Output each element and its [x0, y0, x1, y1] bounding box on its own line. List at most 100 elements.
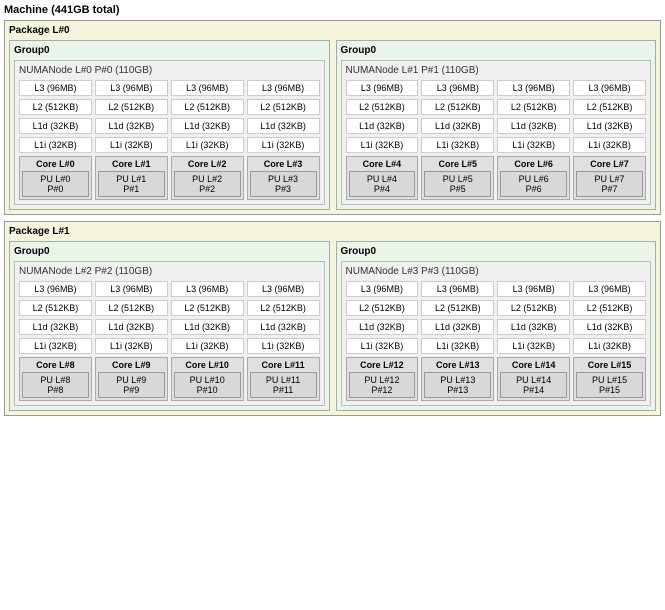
cache-cell-1-1-0-0: L3 (96MB)	[346, 281, 419, 297]
group-0-0: Group0 NUMANode L#0 P#0 (110GB)L3 (96MB)L…	[9, 40, 330, 210]
core-block-0-1-2: Core L#6PU L#6 P#6	[497, 156, 570, 200]
cache-row-0-1-2: L1d (32KB)L1d (32KB)L1d (32KB)L1d (32KB)	[346, 118, 647, 134]
cache-cell-1-0-1-3: L2 (512KB)	[247, 300, 320, 316]
core-block-0-1-3: Core L#7 PU L#7 P#7	[573, 156, 646, 200]
group-1-0: Group0NUMANode L#2 P#2 (110GB)L3 (96MB)L…	[9, 241, 330, 411]
cache-cell-0-0-0-0: L3 (96MB)	[19, 80, 92, 96]
cache-row-1-0-2: L1d (32KB)L1d (32KB)L1d (32KB)L1d (32KB)	[19, 319, 320, 335]
cores-row-0-1: Core L#4PU L#4 P#4Core L#5PU L#5 P#5Core…	[346, 156, 647, 200]
cache-cell-0-1-2-2: L1d (32KB)	[497, 118, 570, 134]
cache-cell-0-1-3-3: L1i (32KB)	[573, 137, 646, 153]
numa-label-1-0: NUMANode L#2 P#2 (110GB)	[19, 266, 320, 277]
cache-cell-0-1-3-0: L1i (32KB)	[346, 137, 419, 153]
core-block-0-0-0: Core L#0 PU L#0 P#0	[19, 156, 92, 200]
cores-row-1-1: Core L#12PU L#12 P#12Core L#13PU L#13 P#…	[346, 357, 647, 401]
cache-cell-1-0-2-2: L1d (32KB)	[171, 319, 244, 335]
core-label-1-0-3: Core L#11	[250, 360, 317, 370]
pu-block-1-0-1: PU L#9 P#9	[98, 372, 165, 398]
cache-cell-1-0-1-2: L2 (512KB)	[171, 300, 244, 316]
cache-cell-0-1-3-2: L1i (32KB)	[497, 137, 570, 153]
core-block-0-1-0: Core L#4PU L#4 P#4	[346, 156, 419, 200]
core-label-0-1-2: Core L#6	[500, 159, 567, 169]
pu-block-0-1-3: PU L#7 P#7	[576, 171, 643, 197]
pu-block-0-0-2: PU L#2 P#2	[174, 171, 241, 197]
cache-row-1-0-3: L1i (32KB)L1i (32KB)L1i (32KB)L1i (32KB)	[19, 338, 320, 354]
cache-cell-0-0-1-1: L2 (512KB)	[95, 99, 168, 115]
cache-row-1-0-1: L2 (512KB)L2 (512KB)L2 (512KB)L2 (512KB)	[19, 300, 320, 316]
pu-block-0-0-0: PU L#0 P#0	[22, 171, 89, 197]
numa-node-0-0: NUMANode L#0 P#0 (110GB)L3 (96MB)L3 (96M…	[14, 60, 325, 205]
core-block-1-1-0: Core L#12PU L#12 P#12	[346, 357, 419, 401]
cache-row-0-0-0: L3 (96MB)L3 (96MB)L3 (96MB)L3 (96MB)	[19, 80, 320, 96]
core-label-1-0-0: Core L#8	[22, 360, 89, 370]
cache-cell-1-0-0-1: L3 (96MB)	[95, 281, 168, 297]
pu-block-0-0-1: PU L#1 P#1	[98, 171, 165, 197]
cache-cell-1-1-1-0: L2 (512KB)	[346, 300, 419, 316]
cache-row-0-1-1: L2 (512KB)L2 (512KB)L2 (512KB)L2 (512KB)	[346, 99, 647, 115]
package-label-1: Package L#1	[9, 226, 656, 237]
cache-cell-0-0-3-2: L1i (32KB)	[171, 137, 244, 153]
core-block-1-0-3: Core L#11PU L#11 P#11	[247, 357, 320, 401]
cache-cell-0-1-0-1: L3 (96MB)	[421, 80, 494, 96]
core-block-1-0-1: Core L#9 PU L#9 P#9	[95, 357, 168, 401]
cache-cell-0-0-1-3: L2 (512KB)	[247, 99, 320, 115]
cache-cell-1-1-3-0: L1i (32KB)	[346, 338, 419, 354]
core-label-0-0-0: Core L#0	[22, 159, 89, 169]
cache-row-1-1-3: L1i (32KB)L1i (32KB)L1i (32KB)L1i (32KB)	[346, 338, 647, 354]
cache-cell-0-1-0-3: L3 (96MB)	[573, 80, 646, 96]
group-0-1: Group0NUMANode L#1 P#1 (110GB)L3 (96MB)L…	[336, 40, 657, 210]
cache-cell-0-0-0-3: L3 (96MB)	[247, 80, 320, 96]
core-block-1-1-3: Core L#15PU L#15 P#15	[573, 357, 646, 401]
cache-cell-1-0-0-2: L3 (96MB)	[171, 281, 244, 297]
pu-block-1-0-2: PU L#10 P#10	[174, 372, 241, 398]
core-label-0-1-3: Core L#7	[576, 159, 643, 169]
core-block-1-0-2: Core L#10PU L#10 P#10	[171, 357, 244, 401]
core-label-0-0-2: Core L#2	[174, 159, 241, 169]
cache-cell-1-1-1-2: L2 (512KB)	[497, 300, 570, 316]
core-block-0-1-1: Core L#5 PU L#5 P#5	[421, 156, 494, 200]
core-block-1-0-0: Core L#8PU L#8 P#8	[19, 357, 92, 401]
core-block-0-0-1: Core L#1PU L#1 P#1	[95, 156, 168, 200]
core-label-1-1-2: Core L#14	[500, 360, 567, 370]
cache-cell-1-0-3-1: L1i (32KB)	[95, 338, 168, 354]
cache-row-0-1-3: L1i (32KB)L1i (32KB)L1i (32KB)L1i (32KB)	[346, 137, 647, 153]
core-label-0-1-0: Core L#4	[349, 159, 416, 169]
cache-cell-1-0-3-0: L1i (32KB)	[19, 338, 92, 354]
core-block-1-1-1: Core L#13PU L#13 P#13	[421, 357, 494, 401]
core-block-1-1-2: Core L#14 PU L#14 P#14	[497, 357, 570, 401]
numa-node-1-0: NUMANode L#2 P#2 (110GB) L3 (96MB)L3 (96M…	[14, 261, 325, 406]
package-0: Package L#0Group0NUMANode L#0 P#0 (110GB…	[4, 20, 661, 215]
cache-cell-1-0-3-2: L1i (32KB)	[171, 338, 244, 354]
cache-cell-1-1-2-1: L1d (32KB)	[421, 319, 494, 335]
cache-cell-1-1-0-3: L3 (96MB)	[573, 281, 646, 297]
core-label-1-0-1: Core L#9	[98, 360, 165, 370]
cache-cell-1-0-1-1: L2 (512KB)	[95, 300, 168, 316]
cache-cell-1-1-1-1: L2 (512KB)	[421, 300, 494, 316]
pu-block-1-1-2: PU L#14 P#14	[500, 372, 567, 398]
group-label-0-0: Group0	[14, 45, 325, 56]
cache-cell-0-0-1-0: L2 (512KB)	[19, 99, 92, 115]
cache-row-1-1-0: L3 (96MB)L3 (96MB)L3 (96MB)L3 (96MB)	[346, 281, 647, 297]
numa-label-1-1: NUMANode L#3 P#3 (110GB)	[346, 266, 647, 277]
numa-node-0-1: NUMANode L#1 P#1 (110GB)L3 (96MB)L3 (96M…	[341, 60, 652, 205]
cache-cell-0-1-1-3: L2 (512KB)	[573, 99, 646, 115]
core-block-0-0-2: Core L#2 PU L#2 P#2	[171, 156, 244, 200]
cache-cell-0-1-2-1: L1d (32KB)	[421, 118, 494, 134]
cache-cell-0-0-2-3: L1d (32KB)	[247, 118, 320, 134]
group-label-1-0: Group0	[14, 246, 325, 257]
cache-row-0-0-2: L1d (32KB)L1d (32KB)L1d (32KB)L1d (32KB)	[19, 118, 320, 134]
package-1: Package L#1 Group0 NUMANode L#2 P#2 (110GB…	[4, 221, 661, 416]
cache-cell-0-1-1-0: L2 (512KB)	[346, 99, 419, 115]
cache-cell-1-1-2-0: L1d (32KB)	[346, 319, 419, 335]
cache-cell-1-0-1-0: L2 (512KB)	[19, 300, 92, 316]
cache-row-0-0-3: L1i (32KB)L1i (32KB)L1i (32KB)L1i (32KB)	[19, 137, 320, 153]
numa-node-1-1: NUMANode L#3 P#3 (110GB) L3 (96MB) L3 (96M…	[341, 261, 652, 406]
cache-row-0-0-1: L2 (512KB)L2 (512KB)L2 (512KB)L2 (512KB)	[19, 99, 320, 115]
core-label-1-1-1: Core L#13	[424, 360, 491, 370]
cache-cell-0-0-2-0: L1d (32KB)	[19, 118, 92, 134]
cache-cell-1-0-2-1: L1d (32KB)	[95, 319, 168, 335]
cache-cell-0-0-2-2: L1d (32KB)	[171, 118, 244, 134]
core-label-0-1-1: Core L#5	[424, 159, 491, 169]
cache-cell-1-1-3-3: L1i (32KB)	[573, 338, 646, 354]
pu-block-0-1-1: PU L#5 P#5	[424, 171, 491, 197]
